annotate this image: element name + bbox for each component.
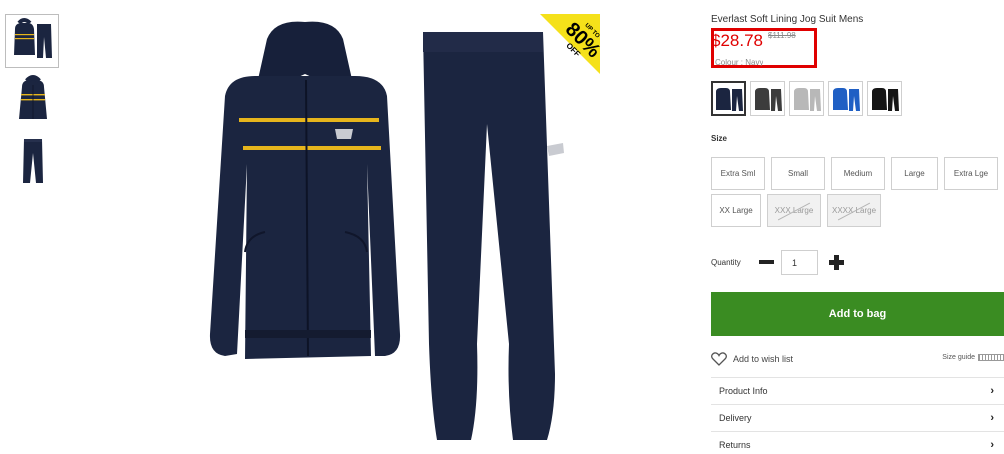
size-option-medium[interactable]: Medium — [831, 157, 885, 190]
size-options: Extra Sml Small Medium Large Extra Lge X… — [711, 157, 1001, 227]
jacket-graphic — [209, 21, 401, 359]
size-option-extra-lge[interactable]: Extra Lge — [944, 157, 998, 190]
tracksuit-image — [209, 21, 564, 440]
colour-label: Colour : Navy — [715, 58, 764, 66]
accordion-delivery[interactable]: Delivery › — [711, 404, 1004, 431]
swatch-navy[interactable] — [711, 81, 746, 116]
black-tracksuit-icon — [872, 88, 899, 111]
product-details-panel: Everlast Soft Lining Jog Suit Mens $28.7… — [711, 0, 1004, 454]
product-price: $28.78 — [711, 31, 763, 50]
size-option-extra-sml[interactable]: Extra Sml — [711, 157, 765, 190]
ruler-icon — [978, 354, 1004, 361]
chevron-right-icon: › — [990, 439, 994, 451]
heart-icon — [711, 352, 727, 366]
swatch-black[interactable] — [867, 81, 902, 116]
add-to-bag-button[interactable]: Add to bag — [711, 292, 1004, 336]
wishlist-label: Add to wish list — [733, 354, 794, 364]
chevron-right-icon: › — [990, 412, 994, 424]
size-option-xxx-large: XXX Large — [767, 194, 821, 227]
thumbnail-jacket[interactable] — [5, 74, 59, 128]
colour-swatches — [711, 81, 902, 116]
swatch-grey[interactable] — [789, 81, 824, 116]
main-product-image: UP TO 80% OFF — [195, 14, 605, 444]
size-option-large[interactable]: Large — [891, 157, 938, 190]
chevron-right-icon: › — [990, 385, 994, 397]
size-option-small[interactable]: Small — [771, 157, 825, 190]
size-guide-link[interactable]: Size guide — [942, 354, 1004, 361]
quantity-increase-button[interactable] — [829, 255, 844, 270]
size-option-xxxx-large: XXXX Large — [827, 194, 881, 227]
tracksuit-set-thumb-icon — [14, 18, 52, 58]
swatch-royal-blue[interactable] — [828, 81, 863, 116]
thumbnail-pants[interactable] — [5, 134, 59, 188]
product-accordion: Product Info › Delivery › Returns › — [711, 377, 1004, 454]
accordion-label: Product Info — [719, 386, 768, 396]
quantity-decrease-button[interactable] — [758, 255, 775, 269]
size-guide-label: Size guide — [942, 354, 975, 361]
size-label: Size — [711, 134, 728, 143]
pants-graphic — [423, 32, 564, 440]
grey-tracksuit-icon — [794, 88, 821, 111]
accordion-label: Returns — [719, 440, 751, 450]
pants-thumb-icon — [23, 139, 43, 183]
size-option-xx-large[interactable]: XX Large — [711, 194, 761, 227]
jacket-thumb-icon — [19, 75, 47, 119]
add-to-wishlist-link[interactable]: Add to wish list — [711, 352, 793, 366]
quantity-label: Quantity — [711, 258, 741, 267]
charcoal-tracksuit-icon — [755, 88, 782, 111]
was-price: $111.98 — [768, 31, 796, 40]
accordion-label: Delivery — [719, 413, 752, 423]
quantity-input[interactable] — [781, 250, 818, 275]
swatch-charcoal[interactable] — [750, 81, 785, 116]
thumbnail-list — [5, 14, 59, 194]
navy-tracksuit-icon — [716, 88, 743, 111]
accordion-returns[interactable]: Returns › — [711, 431, 1004, 454]
thumbnail-tracksuit-set[interactable] — [5, 14, 59, 68]
discount-badge: UP TO 80% OFF — [540, 14, 605, 74]
product-title: Everlast Soft Lining Jog Suit Mens — [711, 14, 864, 25]
accordion-product-info[interactable]: Product Info › — [711, 377, 1004, 404]
blue-tracksuit-icon — [833, 88, 860, 111]
